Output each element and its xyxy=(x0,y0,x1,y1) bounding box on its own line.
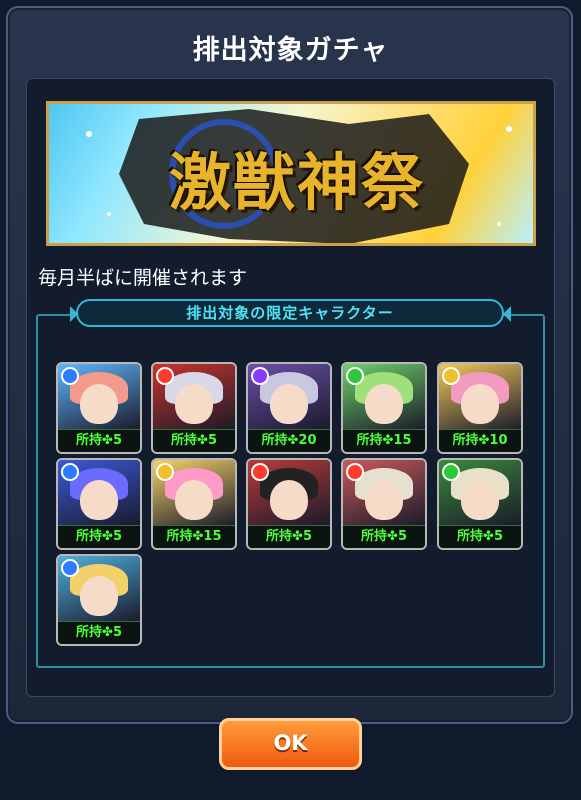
attribute-icon xyxy=(156,367,174,385)
clover-icon: ✤ xyxy=(102,433,113,448)
character-card[interactable]: 所持✤5 xyxy=(246,458,332,550)
character-portrait xyxy=(343,460,425,526)
character-face xyxy=(80,480,118,520)
character-portrait xyxy=(248,460,330,526)
clover-icon: ✤ xyxy=(478,433,490,448)
character-face xyxy=(175,384,213,424)
owned-count: 5 xyxy=(493,529,503,544)
attribute-icon xyxy=(61,367,79,385)
character-card[interactable]: 所持✤5 xyxy=(437,458,523,550)
attribute-icon xyxy=(251,367,269,385)
dialog-title: 排出対象ガチャ xyxy=(192,35,389,66)
character-card[interactable]: 所持✤5 xyxy=(341,458,427,550)
character-face xyxy=(175,480,213,520)
character-portrait xyxy=(439,364,521,430)
schedule-text: 毎月半ばに開催されます xyxy=(38,267,248,289)
owned-prefix: 所持 xyxy=(452,433,479,448)
character-face xyxy=(270,480,308,520)
character-card[interactable]: 所持✤5 xyxy=(56,554,142,646)
clover-icon: ✤ xyxy=(483,529,494,544)
character-card[interactable]: 所持✤10 xyxy=(437,362,523,454)
clover-icon: ✤ xyxy=(287,433,299,448)
character-card[interactable]: 所持✤15 xyxy=(341,362,427,454)
owned-prefix: 所持 xyxy=(361,529,388,544)
character-face xyxy=(461,480,499,520)
character-card[interactable]: 所持✤5 xyxy=(151,362,237,454)
clover-icon: ✤ xyxy=(102,625,113,640)
ok-button[interactable]: OK xyxy=(219,718,362,770)
owned-prefix: 所持 xyxy=(457,529,484,544)
owned-count: 10 xyxy=(489,433,508,448)
owned-count-label: 所持✤5 xyxy=(343,525,425,548)
section-header: 排出対象の限定キャラクター xyxy=(76,299,504,327)
event-banner: 激獣神祭 xyxy=(46,101,536,246)
character-portrait xyxy=(153,364,235,430)
clover-icon: ✤ xyxy=(192,529,204,544)
character-card[interactable]: 所持✤20 xyxy=(246,362,332,454)
character-face xyxy=(365,384,403,424)
character-card[interactable]: 所持✤5 xyxy=(56,362,142,454)
owned-count: 20 xyxy=(298,433,317,448)
owned-count: 5 xyxy=(112,529,122,544)
owned-prefix: 所持 xyxy=(266,529,293,544)
owned-count: 5 xyxy=(112,625,122,640)
owned-count: 15 xyxy=(203,529,222,544)
section-title: 排出対象の限定キャラクター xyxy=(186,304,394,322)
clover-icon: ✤ xyxy=(387,529,398,544)
owned-prefix: 所持 xyxy=(76,433,103,448)
attribute-icon xyxy=(61,559,79,577)
owned-prefix: 所持 xyxy=(76,625,103,640)
character-portrait xyxy=(58,364,140,430)
owned-count: 15 xyxy=(393,433,412,448)
character-portrait xyxy=(439,460,521,526)
clover-icon: ✤ xyxy=(382,433,394,448)
attribute-icon xyxy=(346,463,364,481)
attribute-icon xyxy=(346,367,364,385)
character-face xyxy=(80,384,118,424)
owned-prefix: 所持 xyxy=(76,529,103,544)
character-portrait xyxy=(153,460,235,526)
attribute-icon xyxy=(251,463,269,481)
character-portrait xyxy=(58,556,140,622)
owned-count-label: 所持✤5 xyxy=(439,525,521,548)
character-portrait xyxy=(58,460,140,526)
owned-count: 5 xyxy=(302,529,312,544)
owned-count-label: 所持✤5 xyxy=(248,525,330,548)
character-portrait xyxy=(248,364,330,430)
owned-count: 5 xyxy=(112,433,122,448)
owned-count-label: 所持✤5 xyxy=(153,429,235,452)
banner-title: 激獣神祭 xyxy=(169,146,426,219)
owned-prefix: 所持 xyxy=(356,433,383,448)
attribute-icon xyxy=(61,463,79,481)
owned-count-label: 所持✤20 xyxy=(248,429,330,452)
owned-count-label: 所持✤15 xyxy=(153,525,235,548)
clover-icon: ✤ xyxy=(102,529,113,544)
character-portrait xyxy=(343,364,425,430)
owned-count-label: 所持✤15 xyxy=(343,429,425,452)
owned-prefix: 所持 xyxy=(261,433,288,448)
character-face xyxy=(80,576,118,616)
clover-icon: ✤ xyxy=(292,529,303,544)
character-face xyxy=(461,384,499,424)
owned-count-label: 所持✤5 xyxy=(58,429,140,452)
character-face xyxy=(365,480,403,520)
owned-count-label: 所持✤5 xyxy=(58,621,140,644)
character-card[interactable]: 所持✤5 xyxy=(56,458,142,550)
header-right-arrow-icon xyxy=(503,306,511,322)
owned-count-label: 所持✤5 xyxy=(58,525,140,548)
owned-count-label: 所持✤10 xyxy=(439,429,521,452)
attribute-icon xyxy=(156,463,174,481)
attribute-icon xyxy=(442,463,460,481)
character-card[interactable]: 所持✤15 xyxy=(151,458,237,550)
clover-icon: ✤ xyxy=(197,433,208,448)
attribute-icon xyxy=(442,367,460,385)
character-face xyxy=(270,384,308,424)
owned-prefix: 所持 xyxy=(166,529,193,544)
owned-count: 5 xyxy=(207,433,217,448)
owned-prefix: 所持 xyxy=(171,433,198,448)
owned-count: 5 xyxy=(397,529,407,544)
